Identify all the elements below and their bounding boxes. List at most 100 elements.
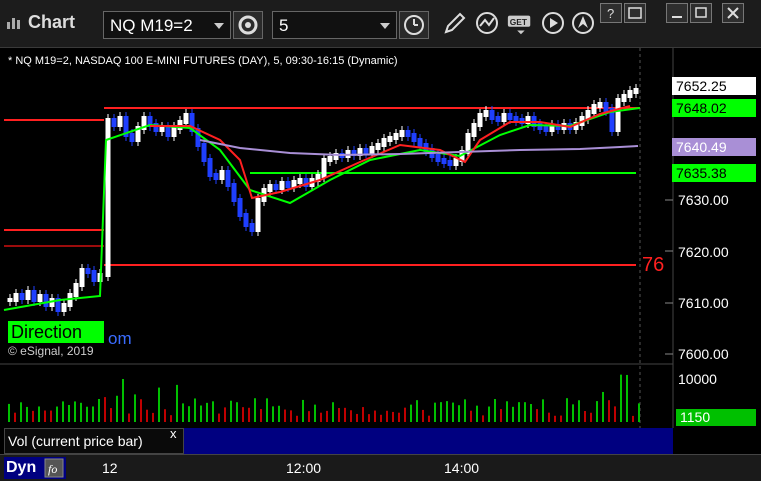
price-candle xyxy=(495,116,501,122)
volume-bar xyxy=(458,405,460,422)
volume-bar xyxy=(38,406,40,422)
price-candle xyxy=(363,148,369,154)
volume-bar xyxy=(14,412,16,422)
volume-bar xyxy=(206,402,208,422)
function-icon[interactable]: fo xyxy=(44,458,64,478)
volume-bar xyxy=(434,402,436,422)
volume-bar xyxy=(638,403,640,422)
price-candle xyxy=(375,143,381,150)
volume-bar xyxy=(602,391,604,422)
chevron-down-icon[interactable] xyxy=(380,23,390,29)
volume-close-icon[interactable]: x xyxy=(170,426,177,441)
restore-icon xyxy=(695,7,707,18)
direction-suffix-text: om xyxy=(108,329,132,348)
chart-app-icon xyxy=(7,18,20,29)
volume-bar xyxy=(530,404,532,422)
price-candle xyxy=(249,223,255,232)
volume-bar xyxy=(290,410,292,422)
question-icon: ? xyxy=(607,6,614,21)
time-axis-label: 12 xyxy=(102,460,118,476)
link-window-button[interactable]: ? xyxy=(600,3,622,23)
volume-bar xyxy=(614,406,616,422)
volume-bar xyxy=(494,399,496,422)
price-axis-label: 7630.00 xyxy=(678,192,729,208)
chevron-down-icon[interactable] xyxy=(214,23,224,29)
price-candle xyxy=(381,138,387,147)
volume-bar xyxy=(62,401,64,422)
price-candle xyxy=(399,130,405,137)
price-candle xyxy=(543,126,549,132)
price-candle xyxy=(129,133,135,142)
price-candle xyxy=(285,181,291,188)
volume-bar xyxy=(632,415,634,422)
dynamic-label: Dyn xyxy=(6,459,37,476)
price-candle xyxy=(369,146,375,154)
restore-button[interactable] xyxy=(690,3,712,23)
volume-bar xyxy=(536,409,538,422)
volume-bar xyxy=(506,401,508,422)
close-button[interactable] xyxy=(722,3,744,23)
study-icon[interactable] xyxy=(474,10,502,38)
play-icon[interactable] xyxy=(540,10,568,38)
volume-bar xyxy=(308,411,310,422)
price-candle xyxy=(417,138,423,147)
price-candle xyxy=(231,183,237,202)
price-candle xyxy=(591,104,597,114)
volume-bar xyxy=(590,412,592,422)
volume-bar xyxy=(524,402,526,422)
price-axis-badge: 7635.38 xyxy=(672,164,756,182)
price-candle xyxy=(387,136,393,142)
price-candle xyxy=(37,294,43,302)
volume-bar xyxy=(380,414,382,422)
volume-bar xyxy=(104,397,106,422)
volume-bar xyxy=(566,398,568,422)
volume-bar xyxy=(518,402,520,422)
price-candle xyxy=(447,160,453,166)
volume-bar xyxy=(626,374,628,422)
interval-input[interactable]: 5 xyxy=(272,11,397,39)
volume-bar xyxy=(158,387,160,422)
price-candle xyxy=(633,88,639,94)
volume-bar xyxy=(44,410,46,422)
volume-bar xyxy=(50,410,52,422)
volume-bar xyxy=(554,415,556,422)
volume-bar xyxy=(344,407,346,422)
volume-bar xyxy=(596,401,598,422)
volume-bar xyxy=(146,409,148,422)
clock-icon xyxy=(404,15,424,35)
navigate-icon[interactable] xyxy=(570,10,598,38)
pencil-draw-icon[interactable] xyxy=(440,10,468,38)
price-candle xyxy=(471,123,477,137)
volume-bar xyxy=(134,394,136,422)
price-candle xyxy=(255,198,261,232)
volume-bar xyxy=(542,399,544,422)
symbol-settings-button[interactable] xyxy=(233,11,263,39)
price-candle xyxy=(61,303,67,312)
symbol-value: NQ M19=2 xyxy=(110,16,193,35)
price-candle xyxy=(483,110,489,117)
volume-bar xyxy=(398,412,400,422)
interval-clock-button[interactable] xyxy=(399,11,429,39)
volume-bar xyxy=(422,409,424,422)
volume-bar xyxy=(188,406,190,422)
tile-button[interactable] xyxy=(624,3,646,23)
volume-bar xyxy=(212,401,214,422)
minimize-icon xyxy=(672,16,682,18)
volume-bar xyxy=(368,414,370,422)
get-data-icon[interactable]: GET xyxy=(506,10,534,38)
volume-bar xyxy=(410,404,412,422)
volume-bar xyxy=(56,406,58,422)
price-candle xyxy=(165,126,171,137)
volume-bar xyxy=(404,407,406,422)
svg-text:GET: GET xyxy=(510,17,528,27)
volume-bar xyxy=(440,402,442,422)
price-candle xyxy=(19,293,25,300)
minimize-button[interactable] xyxy=(666,3,688,23)
symbol-input[interactable]: NQ M19=2 xyxy=(103,11,231,39)
price-candle xyxy=(13,293,19,302)
gear-icon xyxy=(238,15,258,35)
time-axis-label: 14:00 xyxy=(444,460,480,476)
volume-bar xyxy=(470,410,472,422)
interval-value: 5 xyxy=(279,16,289,35)
volume-bar xyxy=(386,410,388,422)
